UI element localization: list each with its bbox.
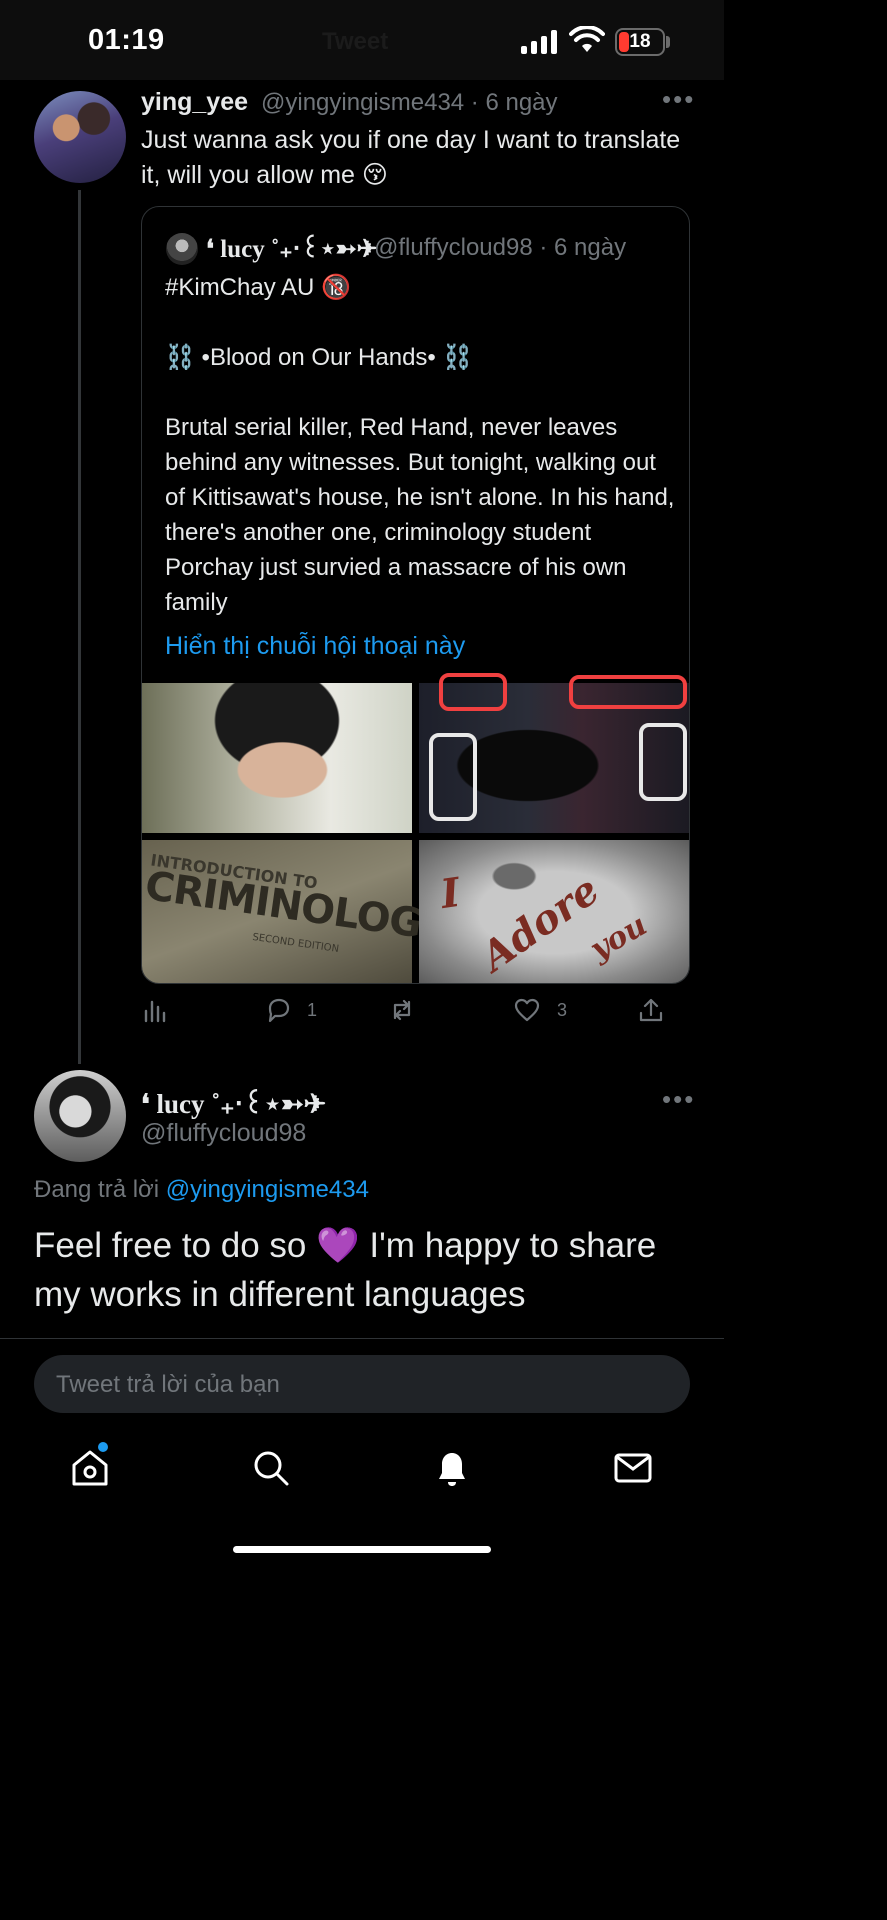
wifi-icon bbox=[569, 25, 605, 54]
battery-level: 18 bbox=[629, 31, 651, 52]
action-bar: 1 3 bbox=[141, 996, 690, 1030]
bell-icon[interactable] bbox=[430, 1446, 474, 1490]
sink-word2: Adore bbox=[472, 866, 608, 981]
quote-author-name: ❛ lucy ˚₊‧꒰⋆➳✈ bbox=[206, 236, 378, 263]
home-indicator bbox=[233, 1546, 491, 1553]
home-icon[interactable] bbox=[68, 1446, 112, 1490]
heart-icon bbox=[514, 998, 540, 1022]
battery-tip bbox=[666, 36, 670, 48]
show-thread-link[interactable]: Hiển thị chuỗi hội thoại này bbox=[165, 632, 465, 661]
media-grid: INTRODUCTION TO CRIMINOLOGY SECOND EDITI… bbox=[142, 673, 689, 983]
reply-author-name[interactable]: ❛ lucy ˚₊‧꒰⋆➳✈ bbox=[141, 1084, 326, 1120]
reply-more-options-icon[interactable]: ••• bbox=[662, 1084, 695, 1115]
like-button[interactable]: 3 bbox=[513, 996, 567, 1024]
tweet-handle-time[interactable]: @yingyingisme434 · 6 ngày bbox=[261, 89, 558, 117]
replying-to: Đang trả lời @yingyingisme434 bbox=[34, 1176, 369, 1204]
reply-compose-box[interactable] bbox=[34, 1355, 690, 1415]
media-image-book[interactable]: INTRODUCTION TO CRIMINOLOGY SECOND EDITI… bbox=[142, 840, 451, 983]
replying-prefix: Đang trả lời bbox=[34, 1176, 166, 1203]
retweet-icon bbox=[393, 999, 411, 1021]
thread-line bbox=[78, 190, 81, 1064]
battery-icon: 18 bbox=[615, 28, 665, 56]
book-line3: SECOND EDITION bbox=[251, 931, 340, 956]
status-time: 01:19 bbox=[88, 24, 165, 56]
analytics-icon[interactable] bbox=[141, 996, 169, 1024]
media-image-neon-silhouette[interactable] bbox=[419, 673, 689, 833]
sink-word3: you bbox=[584, 907, 654, 968]
reply-avatar[interactable] bbox=[34, 1070, 126, 1162]
tweet-author-name[interactable]: ying_yee bbox=[141, 88, 248, 117]
quote-avatar bbox=[166, 233, 198, 265]
header-title: Tweet bbox=[322, 28, 389, 55]
tweet-text: Just wanna ask you if one day I want to … bbox=[141, 126, 681, 189]
media-image-portrait[interactable] bbox=[142, 683, 412, 833]
reply-icon bbox=[268, 998, 290, 1023]
more-options-icon[interactable]: ••• bbox=[662, 84, 695, 115]
notification-dot bbox=[98, 1442, 108, 1452]
reply-input[interactable] bbox=[54, 1355, 658, 1415]
avatar[interactable] bbox=[34, 91, 126, 183]
divider bbox=[0, 1338, 724, 1339]
quote-text: #KimChay AU 🔞 ⛓️ •Blood on Our Hands• ⛓️… bbox=[165, 274, 675, 616]
media-image-sink[interactable]: I Adore you bbox=[419, 840, 689, 983]
quoted-tweet[interactable]: ❛ lucy ˚₊‧꒰⋆➳✈ @fluffycloud98 · 6 ngày #… bbox=[141, 206, 690, 984]
reply-text: Feel free to do so 💜 I'm happy to share … bbox=[34, 1226, 657, 1314]
reply-count: 1 bbox=[307, 999, 318, 1020]
reply-button[interactable]: 1 bbox=[265, 996, 317, 1024]
quote-handle-time: @fluffycloud98 · 6 ngày bbox=[374, 234, 627, 261]
retweet-button[interactable] bbox=[388, 996, 430, 1024]
like-count: 3 bbox=[557, 999, 568, 1020]
sink-word1: I bbox=[437, 868, 463, 919]
mail-icon[interactable] bbox=[611, 1446, 655, 1490]
search-icon[interactable] bbox=[249, 1446, 293, 1490]
share-icon[interactable] bbox=[637, 996, 665, 1024]
reply-handle[interactable]: @fluffycloud98 bbox=[141, 1119, 306, 1148]
signal-icon bbox=[521, 30, 559, 54]
replying-to-handle[interactable]: @yingyingisme434 bbox=[166, 1176, 369, 1203]
